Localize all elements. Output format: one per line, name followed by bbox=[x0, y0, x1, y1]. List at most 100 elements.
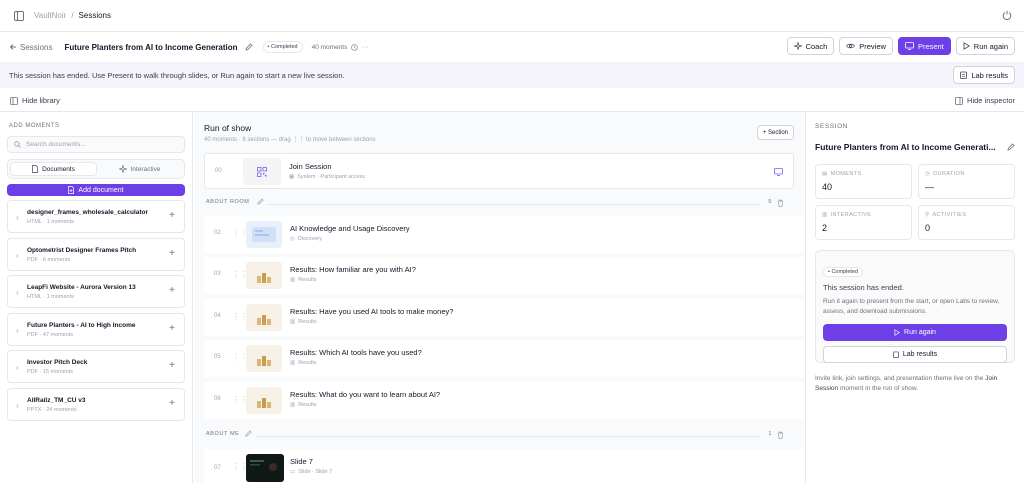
list-item[interactable]: › Future Planters - AI to High Income PDF … bbox=[7, 312, 185, 346]
moment-number: 06 bbox=[214, 396, 221, 402]
qr-thumbnail bbox=[243, 158, 281, 185]
sidebar-toggle-icon[interactable] bbox=[14, 10, 24, 21]
moment-number: 07 bbox=[214, 465, 221, 471]
moment-card[interactable]: 04 ⋮⋮ Results: Have you used AI tools to… bbox=[204, 299, 805, 336]
clipboard-icon bbox=[892, 351, 899, 358]
edit-title-icon[interactable] bbox=[245, 43, 253, 51]
completed-badge: • Completed bbox=[823, 267, 864, 277]
section-count: 1 bbox=[768, 431, 772, 437]
add-icon[interactable]: + bbox=[169, 398, 175, 409]
section-header[interactable]: ABOUT ME 1 bbox=[206, 430, 784, 441]
moment-title: Results: Which AI tools have you used? bbox=[290, 348, 422, 357]
ended-description: Run it again to present from the start, … bbox=[823, 298, 1000, 315]
discovery-thumbnail bbox=[246, 221, 282, 248]
clipboard-icon bbox=[960, 71, 968, 79]
add-section-button[interactable]: + Section bbox=[756, 125, 794, 140]
bar-chart-icon: ▥ bbox=[290, 319, 296, 325]
bar-chart-icon: ▥ bbox=[290, 360, 296, 366]
results-thumbnail bbox=[246, 387, 282, 414]
add-icon[interactable]: + bbox=[169, 285, 175, 296]
tab-interactive-label: Interactive bbox=[130, 165, 161, 173]
tab-interactive[interactable]: Interactive bbox=[97, 162, 182, 176]
ended-heading: This session has ended. bbox=[823, 283, 904, 292]
tab-documents-label: Documents bbox=[42, 165, 75, 173]
section-name: ABOUT ME bbox=[206, 431, 240, 437]
doc-meta: PDF · 15 moments bbox=[27, 369, 74, 376]
join-session-moment[interactable]: 00 Join Session ▦ System · Participant ac… bbox=[204, 153, 794, 189]
chevron-right-icon[interactable]: › bbox=[16, 213, 19, 222]
chevron-right-icon[interactable]: › bbox=[16, 326, 19, 335]
list-item[interactable]: › AllRailz_TM_CU v3 PPTX · 24 moments + bbox=[7, 387, 185, 421]
add-icon[interactable]: + bbox=[169, 323, 175, 334]
moment-card[interactable]: 07 ⋮⋮ Slide 7 ▭ Slide · Slide 7 bbox=[204, 449, 805, 486]
eye-icon bbox=[846, 42, 856, 50]
hide-inspector-button[interactable]: Hide inspector bbox=[955, 96, 1015, 105]
library-panel: ADD MOMENTS Search documents... Document… bbox=[0, 112, 193, 483]
lab-results-button[interactable]: Lab results bbox=[823, 346, 1007, 363]
chevron-right-icon[interactable]: › bbox=[16, 288, 19, 297]
run-of-show-panel: Run of show 40 moments · 8 sections — dr… bbox=[194, 112, 805, 486]
back-to-sessions-link[interactable]: Sessions bbox=[9, 43, 52, 52]
edit-section-icon[interactable] bbox=[257, 198, 264, 205]
tab-documents[interactable]: Documents bbox=[10, 162, 97, 176]
moment-subtitle-text: System · Participant access bbox=[297, 174, 366, 180]
present-button[interactable]: Present bbox=[897, 37, 951, 55]
run-again-label: Run again bbox=[973, 41, 1008, 51]
section-count: 5 bbox=[768, 199, 772, 205]
moment-number: 03 bbox=[214, 271, 221, 277]
chevron-right-icon[interactable]: › bbox=[16, 401, 19, 410]
divider bbox=[256, 436, 760, 437]
stat-value: — bbox=[925, 182, 934, 192]
session-stats: ▤ MOMENTS 40 ◷ DURATION — ▥ INTERACTIVE 2 ⚲ ACT… bbox=[815, 164, 1015, 240]
power-icon[interactable] bbox=[1002, 10, 1012, 20]
session-ended-card: • Completed This session has ended. Run … bbox=[815, 250, 1015, 363]
moment-subtitle-text: Results bbox=[298, 277, 317, 283]
edit-section-icon[interactable] bbox=[245, 430, 252, 437]
session-title: Future Planters from AI to Income Genera… bbox=[64, 42, 238, 52]
list-item[interactable]: › designer_frames_wholesale_calculator HTM… bbox=[7, 200, 185, 233]
moment-subtitle-text: Results bbox=[298, 402, 317, 408]
coach-button[interactable]: Coach bbox=[786, 37, 835, 55]
list-item[interactable]: › LeapFi Website - Aurora Version 13 HTML … bbox=[7, 275, 185, 309]
add-icon[interactable]: + bbox=[169, 360, 175, 371]
add-document-button[interactable]: Add document bbox=[7, 184, 185, 196]
add-icon[interactable]: + bbox=[169, 210, 175, 221]
hide-library-button[interactable]: Hide library bbox=[10, 96, 60, 105]
run-of-show-title: Run of show bbox=[204, 123, 252, 133]
moment-title: Results: Have you used AI tools to make … bbox=[290, 307, 454, 316]
run-again-button[interactable]: Run again bbox=[955, 37, 1015, 55]
list-item[interactable]: › Investor Pitch Deck PDF · 15 moments + bbox=[7, 350, 185, 384]
chevron-right-icon[interactable]: › bbox=[16, 251, 19, 260]
moment-card[interactable]: 06 ⋮⋮ Results: What do you want to learn… bbox=[204, 382, 805, 419]
chevron-right-icon[interactable]: › bbox=[16, 363, 19, 372]
preview-button[interactable]: Preview bbox=[839, 37, 893, 55]
section-header[interactable]: ABOUT ROOM 5 bbox=[206, 198, 784, 209]
moment-card[interactable]: 03 ⋮⋮ Results: How familiar are you with… bbox=[204, 257, 805, 294]
slide-thumbnail bbox=[246, 454, 284, 482]
trash-icon[interactable] bbox=[777, 199, 784, 207]
moment-subtitle-text: Slide · Slide 7 bbox=[298, 469, 333, 475]
moment-subtitle: ▥ Results bbox=[290, 360, 317, 366]
interactive-icon: ▥ bbox=[822, 212, 828, 218]
trash-icon[interactable] bbox=[777, 431, 784, 439]
edit-title-icon[interactable] bbox=[1007, 143, 1015, 151]
doc-name: Investor Pitch Deck bbox=[27, 359, 88, 367]
list-item[interactable]: › Optometrist Designer Frames Pitch PDF · … bbox=[7, 237, 185, 271]
monitor-icon[interactable] bbox=[774, 168, 783, 176]
lab-results-button[interactable]: Lab results bbox=[953, 66, 1015, 84]
more-options-icon[interactable]: ··· bbox=[361, 44, 368, 51]
moment-card[interactable]: 02 ⋮⋮ AI Knowledge and Usage Discovery ◎… bbox=[204, 216, 805, 253]
stat-moments: ▤ MOMENTS 40 bbox=[815, 164, 912, 199]
breadcrumb-app[interactable]: VaultNoir bbox=[34, 11, 66, 20]
moment-subtitle: ▥ Results bbox=[290, 319, 317, 325]
search-input[interactable]: Search documents... bbox=[7, 136, 185, 153]
moment-card[interactable]: 05 ⋮⋮ Results: Which AI tools have you u… bbox=[204, 340, 805, 377]
moment-title: AI Knowledge and Usage Discovery bbox=[290, 224, 410, 233]
stat-value: 40 bbox=[822, 182, 833, 192]
divider bbox=[268, 204, 760, 205]
moment-subtitle: ◎ Discovery bbox=[290, 236, 322, 242]
run-again-button[interactable]: Run again bbox=[823, 324, 1007, 341]
add-icon[interactable]: + bbox=[169, 248, 175, 259]
library-tabs: Documents Interactive bbox=[7, 159, 185, 179]
lab-results-label: Lab results bbox=[971, 70, 1008, 80]
